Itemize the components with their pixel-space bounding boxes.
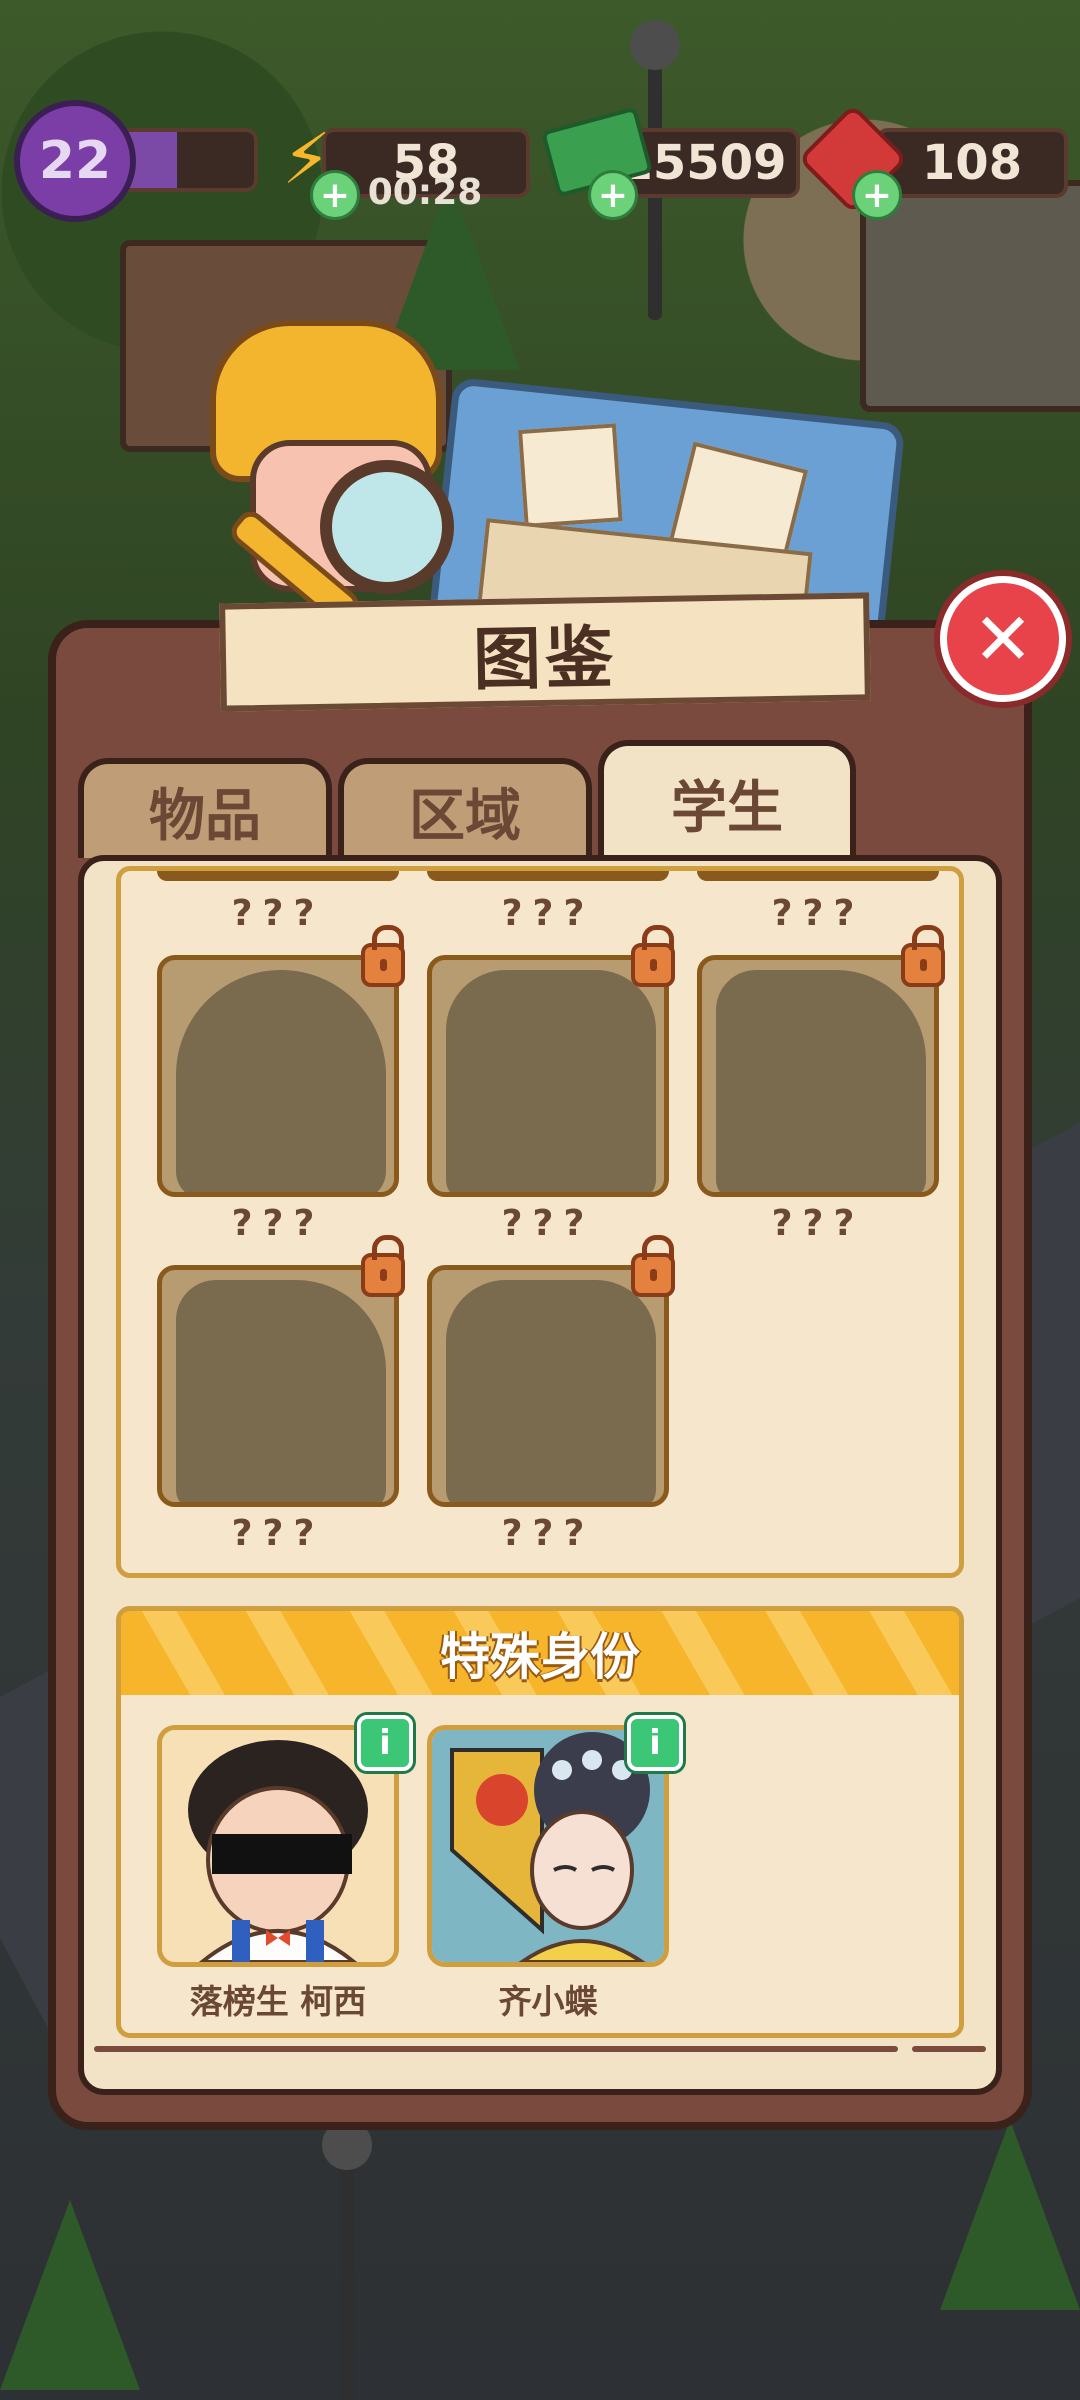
special-identity-title: 特殊身份	[440, 1628, 640, 1686]
top-hud: 22 58 ⚡ + 00:28 15509 + 108 +	[0, 0, 1080, 222]
lock-icon	[361, 1235, 405, 1297]
plus-icon: +	[861, 174, 893, 216]
special-student-name: 齐小蝶	[498, 1982, 598, 2021]
lock-icon	[631, 1235, 675, 1297]
energy-timer: 00:28	[367, 172, 483, 213]
special-student-name: 落榜生 柯西	[189, 1982, 367, 2021]
title-banner: 图鉴	[219, 592, 871, 712]
lock-icon	[361, 925, 405, 987]
tab-areas[interactable]: 区域	[338, 758, 592, 858]
info-icon[interactable]: i	[627, 1715, 683, 1771]
unknown-student-name: ???	[771, 893, 865, 934]
tab-items-label: 物品	[149, 783, 261, 849]
cash-plus-button[interactable]: +	[588, 170, 638, 220]
student-silhouette	[446, 1280, 656, 1502]
unknown-student-name: ???	[771, 1203, 865, 1244]
level-badge[interactable]: 22	[14, 100, 136, 222]
unknown-student-name: ???	[231, 1513, 325, 1554]
sticky-note	[518, 423, 623, 528]
info-icon[interactable]: i	[357, 1715, 413, 1771]
panel-divider	[94, 2046, 898, 2052]
unknown-student-name: ???	[231, 1203, 325, 1244]
page-title: 图鉴	[472, 618, 618, 700]
student-grid[interactable]: ??? ??? ??? ??? ??? ??? ??? ???	[116, 866, 964, 1578]
unknown-student-name: ???	[501, 1513, 595, 1554]
tab-students-label: 学生	[671, 775, 783, 841]
card-partial	[157, 871, 399, 881]
gems-counter[interactable]: 108	[876, 128, 1068, 198]
tree	[0, 2200, 140, 2390]
street-lamp	[322, 2120, 372, 2400]
panel-divider	[912, 2046, 986, 2052]
student-silhouette	[176, 1280, 386, 1502]
detective-mascot	[200, 320, 460, 630]
special-identity-header: 特殊身份	[121, 1611, 959, 1695]
card-partial	[697, 871, 939, 881]
locked-student-card[interactable]	[427, 1265, 669, 1507]
tab-areas-label: 区域	[409, 783, 521, 849]
lock-icon	[631, 925, 675, 987]
unknown-student-name: ???	[501, 893, 595, 934]
locked-student-card[interactable]	[427, 955, 669, 1197]
student-silhouette	[176, 970, 386, 1192]
gems-value: 108	[921, 135, 1023, 191]
unknown-student-name: ???	[231, 893, 325, 934]
locked-student-card[interactable]	[697, 955, 939, 1197]
special-identity-section: 特殊身份 i 落榜生 柯西 i 齐小蝶	[116, 1606, 964, 2038]
student-silhouette	[446, 970, 656, 1192]
magnifier-icon	[320, 460, 454, 594]
level-value: 22	[38, 131, 112, 191]
student-silhouette	[716, 970, 926, 1192]
lock-icon	[901, 925, 945, 987]
tab-students[interactable]: 学生	[598, 740, 856, 860]
close-icon: ✕	[972, 597, 1034, 681]
gems-plus-button[interactable]: +	[852, 170, 902, 220]
tab-items[interactable]: 物品	[78, 758, 332, 858]
card-partial	[427, 871, 669, 881]
locked-student-card[interactable]	[157, 1265, 399, 1507]
close-button[interactable]: ✕	[940, 576, 1066, 702]
locked-student-card[interactable]	[157, 955, 399, 1197]
unknown-student-name: ???	[501, 1203, 595, 1244]
plus-icon: +	[597, 174, 629, 216]
tree	[940, 2120, 1080, 2310]
